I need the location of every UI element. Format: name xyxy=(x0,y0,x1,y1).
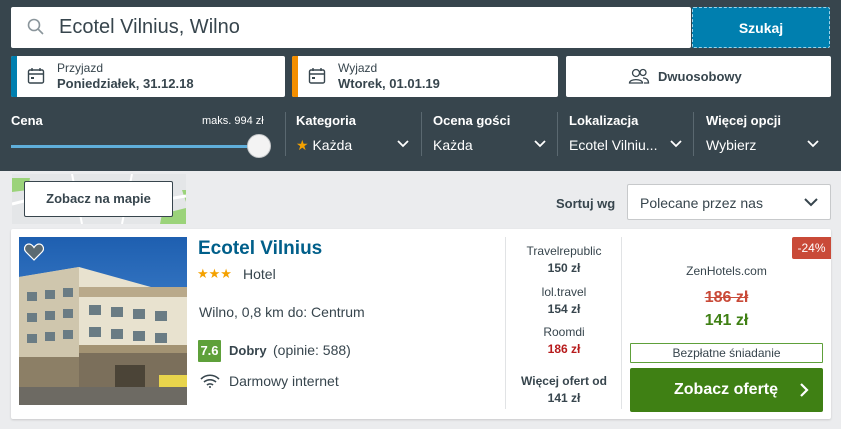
star-rating-icon: ★★★ xyxy=(197,266,232,281)
chevron-down-icon xyxy=(807,140,819,148)
checkout-label: Wyjazd xyxy=(338,61,378,75)
deal-price: 154 zł xyxy=(547,302,581,316)
filter-divider xyxy=(693,112,694,156)
view-map-button[interactable]: Zobacz na mapie xyxy=(24,181,173,217)
rating-word: Dobry xyxy=(229,343,267,358)
deal-price: 186 zł xyxy=(547,342,581,356)
price-filter-title: Cena xyxy=(11,113,43,128)
category-filter-value: ★ Każda xyxy=(296,137,352,154)
hotel-location[interactable]: Wilno, 0,8 km do: Centrum xyxy=(199,304,365,320)
checkout-value: Wtorek, 01.01.19 xyxy=(338,76,440,91)
checkout-accent-bar xyxy=(292,56,298,97)
category-filter-text: Każda xyxy=(312,137,353,153)
rating-score-badge: 7.6 xyxy=(198,340,221,362)
guests-value: Dwuosobowy xyxy=(658,69,742,84)
best-offer-price: 141 zł xyxy=(704,312,749,329)
search-button[interactable]: Szukaj xyxy=(692,7,830,48)
star-icon: ★ xyxy=(296,137,309,153)
heart-icon[interactable] xyxy=(24,243,44,261)
hotel-name-link[interactable]: Ecotel Vilnius xyxy=(198,238,322,260)
breakfast-perk-badge: Bezpłatne śniadanie xyxy=(630,343,823,363)
more-options-title: Więcej opcji xyxy=(706,113,782,128)
discount-badge: -24% xyxy=(792,237,831,259)
best-offer-old-price: 186 zł xyxy=(704,289,749,306)
hotel-type: Hotel xyxy=(243,266,276,282)
guests-room-selector[interactable]: Dwuosobowy xyxy=(566,56,831,97)
location-filter-title: Lokalizacja xyxy=(569,113,639,128)
checkin-value: Poniedziałek, 31.12.18 xyxy=(57,76,194,91)
more-options-value: Wybierz xyxy=(706,137,757,153)
filter-divider xyxy=(557,112,558,156)
best-offer-site: ZenHotels.com xyxy=(686,264,767,278)
price-slider-handle[interactable] xyxy=(247,134,271,158)
deal-item[interactable]: lol.travel 154 zł xyxy=(506,285,622,316)
more-offers-link[interactable]: Więcej ofert od 141 zł xyxy=(506,374,622,405)
wifi-icon xyxy=(200,374,220,388)
search-input[interactable]: Ecotel Vilnius, Wilno xyxy=(11,7,691,48)
deal-price: 150 zł xyxy=(547,261,581,275)
deal-site: Roomdi xyxy=(543,325,585,339)
checkout-date-field[interactable]: Wyjazd Wtorek, 01.01.19 xyxy=(292,56,558,97)
more-offers-label: Więcej ofert od xyxy=(521,374,607,388)
sort-value: Polecane przez nas xyxy=(640,195,763,211)
price-slider-track[interactable] xyxy=(11,145,259,148)
search-icon xyxy=(27,18,44,35)
filter-divider xyxy=(421,112,422,156)
calendar-icon xyxy=(27,68,45,84)
category-filter-title: Kategoria xyxy=(296,113,356,128)
sort-label: Sortuj wg xyxy=(556,196,616,211)
chevron-down-icon xyxy=(534,140,546,148)
rating-filter-value: Każda xyxy=(433,137,473,153)
more-offers-price: 141 zł xyxy=(547,391,581,405)
hotel-photo[interactable] xyxy=(19,237,187,405)
view-deal-button[interactable]: Zobacz ofertę xyxy=(630,368,823,412)
filter-divider xyxy=(285,112,286,156)
chevron-down-icon xyxy=(670,140,682,148)
deal-item[interactable]: Travelrepublic 150 zł xyxy=(506,244,622,275)
checkin-label: Przyjazd xyxy=(57,61,104,75)
checkin-date-field[interactable]: Przyjazd Poniedziałek, 31.12.18 xyxy=(11,56,285,97)
rating-filter-title: Ocena gości xyxy=(433,113,511,128)
chevron-down-icon xyxy=(397,140,409,148)
price-max-label: maks. 994 zł xyxy=(202,115,264,127)
deal-item[interactable]: Roomdi 186 zł xyxy=(506,325,622,356)
deal-site: lol.travel xyxy=(541,285,587,299)
rating-count[interactable]: (opinie: 588) xyxy=(273,342,351,358)
view-deal-label: Zobacz ofertę xyxy=(674,381,779,398)
calendar-icon xyxy=(308,68,326,84)
chevron-down-icon xyxy=(804,198,818,207)
hotel-building-image xyxy=(19,237,187,405)
amenity-label: Darmowy internet xyxy=(229,373,339,389)
location-filter-value: Ecotel Vilniu... xyxy=(569,137,658,153)
sort-select[interactable]: Polecane przez nas xyxy=(627,184,831,220)
checkin-accent-bar xyxy=(11,56,17,97)
search-query: Ecotel Vilnius, Wilno xyxy=(59,16,240,38)
deal-site: Travelrepublic xyxy=(526,244,602,258)
people-icon xyxy=(628,68,650,84)
chevron-right-icon xyxy=(800,383,809,397)
